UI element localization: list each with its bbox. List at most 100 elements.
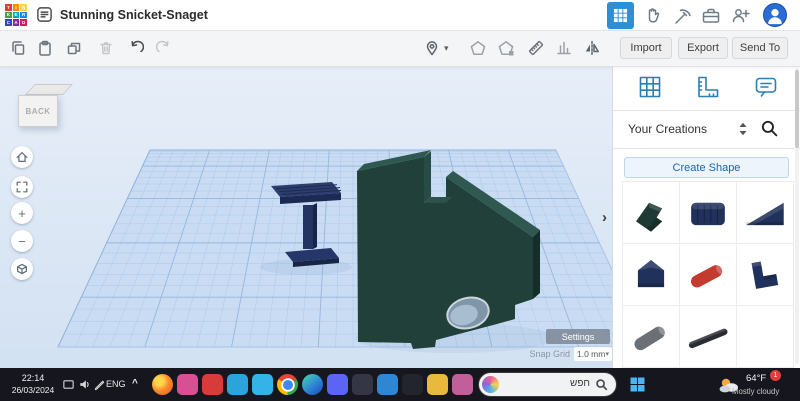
logo-tile: T bbox=[5, 4, 12, 11]
pickaxe-icon[interactable] bbox=[672, 6, 692, 26]
shape-item-prism[interactable] bbox=[622, 243, 680, 306]
invite-person-icon[interactable] bbox=[731, 6, 751, 26]
shape-category-select[interactable]: Your Creations bbox=[628, 122, 707, 136]
shape-item-dark-rod[interactable] bbox=[679, 305, 737, 368]
snap-grid-label: Snap Grid bbox=[520, 349, 570, 359]
shape-cell-empty[interactable] bbox=[736, 305, 794, 368]
windows-logo-icon bbox=[630, 377, 645, 392]
ruler-icon[interactable] bbox=[528, 40, 544, 56]
person-silhouette-icon bbox=[764, 4, 786, 26]
logo-tile: D bbox=[20, 19, 27, 26]
shape-item-corner-bracket[interactable] bbox=[736, 243, 794, 306]
volume-icon[interactable] bbox=[78, 378, 91, 391]
tinkercad-logo[interactable]: TINKERCAD bbox=[5, 4, 27, 26]
shape-item-red-cylinder[interactable] bbox=[679, 243, 737, 306]
designs-menu-icon[interactable] bbox=[36, 6, 53, 23]
start-button[interactable] bbox=[630, 377, 645, 392]
blocks-view-button[interactable] bbox=[607, 2, 634, 29]
hand-tool-icon[interactable] bbox=[643, 6, 663, 26]
panel-collapse-handle[interactable]: › bbox=[597, 204, 612, 230]
weather-widget[interactable]: 64°F 1 Mostly cloudy bbox=[710, 370, 798, 399]
ungroup-icon[interactable] bbox=[498, 40, 514, 56]
taskbar-apps bbox=[152, 374, 473, 395]
logo-tile: E bbox=[13, 12, 20, 19]
duplicate-icon[interactable] bbox=[66, 40, 82, 56]
taskbar-app-chrome[interactable] bbox=[277, 374, 298, 395]
workplane-grid-icon[interactable] bbox=[637, 74, 663, 100]
search-icon bbox=[595, 378, 608, 391]
logo-tile: I bbox=[13, 4, 20, 11]
snap-grid-select[interactable]: 1.0 mm ▾ bbox=[574, 347, 612, 361]
taskbar-app-telegram[interactable] bbox=[227, 374, 248, 395]
shape-item-wedge[interactable] bbox=[736, 181, 794, 244]
shape-item-gray-cylinder[interactable] bbox=[622, 305, 680, 368]
perspective-toggle-button[interactable] bbox=[11, 258, 33, 280]
briefcase-icon[interactable] bbox=[701, 6, 721, 26]
clock-time: 22:14 bbox=[4, 372, 62, 384]
taskbar-app-photos-pink[interactable] bbox=[177, 374, 198, 395]
redo-icon[interactable] bbox=[156, 40, 172, 56]
search-shapes-icon[interactable] bbox=[760, 119, 779, 138]
taskbar-app-skype[interactable] bbox=[252, 374, 273, 395]
copy-icon[interactable] bbox=[10, 40, 26, 56]
zoom-in-button[interactable]: + bbox=[11, 202, 33, 224]
import-button[interactable]: Import bbox=[620, 37, 672, 59]
taskbar-app-store[interactable] bbox=[352, 374, 373, 395]
design-title[interactable]: Stunning Snicket-Snaget bbox=[60, 8, 208, 22]
panel-scrollbar[interactable] bbox=[795, 68, 799, 364]
viewport-3d[interactable]: BACK + − › Settings Snap Grid 1.0 mm ▾ bbox=[0, 66, 612, 368]
shape-item-angled-extrusion[interactable] bbox=[622, 181, 680, 244]
taskbar-search[interactable]: חפש bbox=[478, 372, 617, 397]
divider bbox=[613, 110, 800, 111]
shape-item-ridged-box[interactable] bbox=[679, 181, 737, 244]
tablet-tray-icon[interactable] bbox=[62, 378, 75, 391]
right-panel: Your Creations Create Shape bbox=[612, 66, 800, 368]
taskbar-app-discord[interactable] bbox=[327, 374, 348, 395]
pen-tray-icon[interactable] bbox=[93, 378, 106, 391]
send-to-button[interactable]: Send To bbox=[732, 37, 788, 59]
taskbar-app-files[interactable] bbox=[427, 374, 448, 395]
taskbar-app-firefox[interactable] bbox=[152, 374, 173, 395]
view-cube[interactable]: BACK bbox=[18, 84, 64, 130]
logo-tile: K bbox=[5, 12, 12, 19]
taskbar-clock[interactable]: 22:14 26/03/2024 bbox=[4, 372, 62, 396]
undo-icon[interactable] bbox=[128, 40, 144, 56]
taskbar-app-creative[interactable] bbox=[452, 374, 473, 395]
cube-icon bbox=[15, 262, 29, 276]
paste-icon[interactable] bbox=[37, 40, 53, 56]
export-button[interactable]: Export bbox=[678, 37, 728, 59]
ruler-helper-icon[interactable] bbox=[695, 74, 721, 100]
caret-down-icon[interactable]: ▾ bbox=[444, 43, 449, 53]
snap-grid-value: 1.0 mm bbox=[577, 349, 605, 359]
search-highlight-image[interactable] bbox=[482, 376, 499, 393]
grid-settings-button[interactable]: Settings bbox=[546, 329, 610, 344]
create-shape-button[interactable]: Create Shape bbox=[624, 157, 789, 178]
taskbar-app-terminal[interactable] bbox=[402, 374, 423, 395]
fit-view-icon bbox=[15, 180, 29, 194]
weather-condition: Mostly cloudy bbox=[732, 387, 779, 396]
home-view-button[interactable] bbox=[11, 146, 33, 168]
mirror-icon[interactable] bbox=[584, 40, 600, 56]
taskbar-app-vscode[interactable] bbox=[377, 374, 398, 395]
align-icon[interactable] bbox=[556, 40, 572, 56]
group-icon[interactable] bbox=[470, 40, 486, 56]
delete-icon[interactable] bbox=[98, 40, 114, 56]
tray-expand-icon[interactable]: ^ bbox=[132, 378, 138, 389]
logo-tile: N bbox=[20, 4, 27, 11]
taskbar-app-media-red[interactable] bbox=[202, 374, 223, 395]
language-indicator[interactable]: ENG bbox=[106, 379, 126, 389]
weather-temp: 64°F bbox=[746, 373, 766, 384]
view-cube-face-label[interactable]: BACK bbox=[18, 95, 58, 127]
notes-icon[interactable] bbox=[753, 74, 779, 100]
logo-tile: A bbox=[13, 19, 20, 26]
workplane-pin-icon[interactable] bbox=[424, 40, 440, 56]
zoom-out-button[interactable]: − bbox=[11, 230, 33, 252]
taskbar-app-edge[interactable] bbox=[302, 374, 323, 395]
scene-3d[interactable] bbox=[0, 66, 612, 368]
select-spinner-icon[interactable] bbox=[737, 120, 749, 138]
clock-date: 26/03/2024 bbox=[4, 384, 62, 396]
home-icon bbox=[15, 150, 29, 164]
blocks-grid-icon bbox=[613, 8, 628, 23]
user-avatar[interactable] bbox=[763, 3, 787, 27]
fit-view-button[interactable] bbox=[11, 176, 33, 198]
